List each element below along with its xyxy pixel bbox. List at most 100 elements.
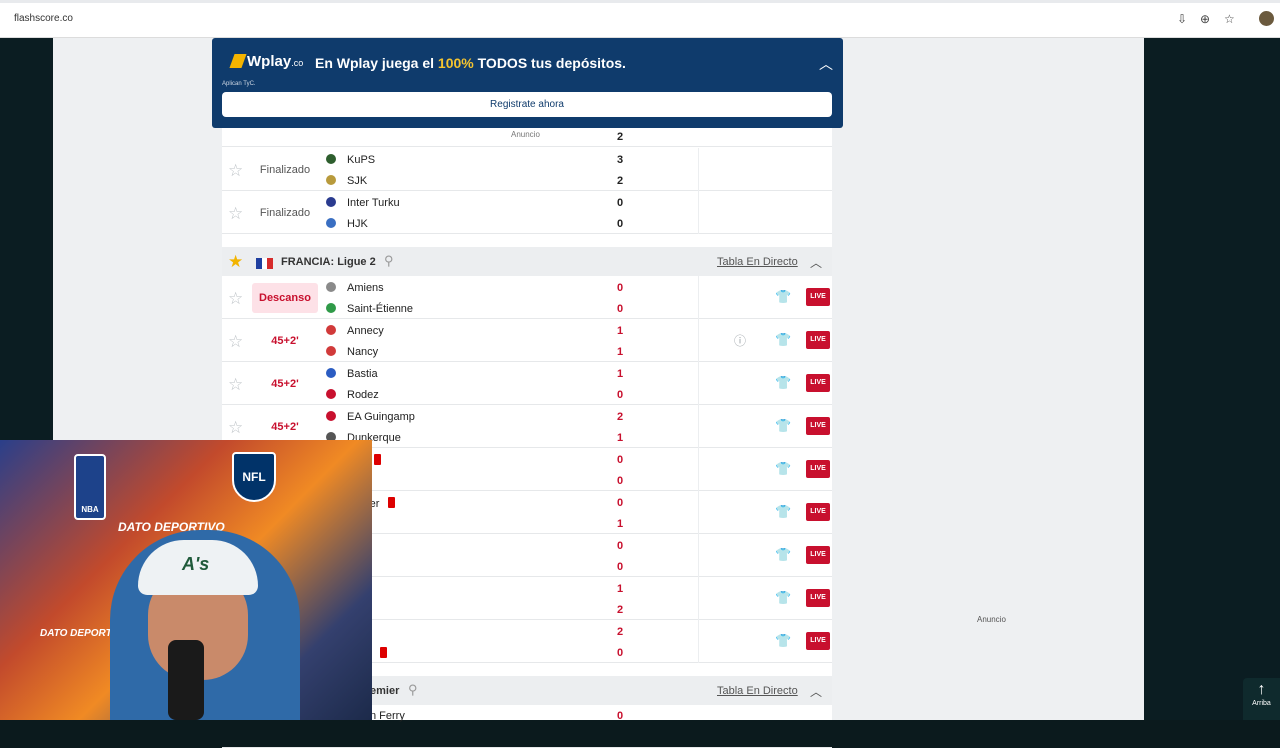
away-score: 2 <box>616 131 624 143</box>
match-row[interactable]: ☆ Finalizado KuPS SJK 3 2 <box>222 148 832 191</box>
home-team[interactable]: n Ferry <box>370 710 405 722</box>
tab-strip <box>0 0 1280 3</box>
favorite-star-icon[interactable]: ☆ <box>228 204 243 224</box>
chevron-up-icon[interactable]: ︿ <box>819 54 833 74</box>
red-card-icon <box>373 454 381 465</box>
match-row[interactable]: ☆ 45+2' Bastia Rodez 1 0 👕 LIVE <box>222 362 832 405</box>
favorite-star-icon[interactable]: ☆ <box>228 289 243 309</box>
home-team[interactable]: Amiens <box>326 282 384 294</box>
webcam-overlay: NBA NFL DATO DEPORTIVO DATO DEPORTIVO A'… <box>0 440 372 720</box>
team-crest-icon <box>326 154 336 164</box>
away-team[interactable]: Saint-Étienne <box>326 303 413 315</box>
home-team[interactable]: Annecy <box>326 325 384 337</box>
ad-headline-pre: En Wplay juega el <box>315 55 438 71</box>
lineup-shirt-icon[interactable]: 👕 <box>775 633 791 649</box>
match-row[interactable]: ☆ Finalizado Inter Turku HJK 0 0 <box>222 191 832 234</box>
flag-icon <box>256 256 273 269</box>
favorite-star-icon[interactable]: ☆ <box>228 418 243 438</box>
lineup-shirt-icon[interactable]: 👕 <box>775 289 791 305</box>
league-name[interactable]: emier <box>370 685 399 697</box>
lineup-shirt-icon[interactable]: 👕 <box>775 332 791 348</box>
column-divider <box>698 620 699 663</box>
home-score: 1 <box>616 583 624 595</box>
league-name[interactable]: FRANCIA: Ligue 2 <box>281 256 376 268</box>
match-row[interactable]: ☆ Descanso Amiens Saint-Étienne 0 0 👕 LIVE <box>222 276 832 319</box>
away-score: 1 <box>616 346 624 358</box>
team-name: Bastia <box>347 368 378 380</box>
team-name: SJK <box>347 175 368 187</box>
bookmark-star-icon[interactable]: ☆ <box>1224 12 1235 26</box>
away-score: 1 <box>616 432 624 444</box>
favorite-star-icon[interactable]: ☆ <box>228 161 243 181</box>
match-row[interactable]: ☆ 45+2' Annecy Nancy 1 1 ⓘ 👕 LIVE <box>222 319 832 362</box>
pin-icon[interactable]: ⚲ <box>408 682 418 698</box>
column-divider <box>698 448 699 491</box>
pin-icon[interactable]: ⚲ <box>384 253 394 269</box>
red-card-icon <box>388 497 396 508</box>
league-favorite-star-icon[interactable]: ★ <box>228 252 243 272</box>
ad-headline-highlight: 100% <box>437 55 474 71</box>
team-crest-icon <box>326 175 336 185</box>
nfl-logo-text: NFL <box>242 470 266 484</box>
live-table-link[interactable]: Tabla En Directo <box>717 256 798 268</box>
install-icon[interactable]: ⇩ <box>1177 12 1187 26</box>
ad-headline-post: TODOS tus depósitos. <box>473 55 626 71</box>
chevron-up-icon[interactable]: ︿ <box>810 254 822 271</box>
away-score: 0 <box>616 389 624 401</box>
profile-avatar[interactable] <box>1259 11 1274 26</box>
lineup-shirt-icon[interactable]: 👕 <box>775 590 791 606</box>
home-team[interactable]: EA Guingamp <box>326 411 415 423</box>
live-stream-button[interactable]: LIVE <box>806 331 830 349</box>
favorite-star-icon[interactable]: ☆ <box>228 375 243 395</box>
home-score: 0 <box>616 540 624 552</box>
live-stream-button[interactable]: LIVE <box>806 632 830 650</box>
zoom-icon[interactable]: ⊕ <box>1200 12 1210 26</box>
chevron-up-icon[interactable]: ︿ <box>810 683 822 700</box>
info-icon[interactable]: ⓘ <box>734 332 746 349</box>
microphone <box>168 640 204 720</box>
column-divider <box>698 191 699 234</box>
match-status: Finalizado <box>259 207 311 219</box>
live-stream-button[interactable]: LIVE <box>806 288 830 306</box>
team-crest-icon <box>326 303 336 313</box>
home-team[interactable]: Inter Turku <box>326 197 400 209</box>
wplay-banner-ad[interactable]: Wplay.co En Wplay juega el 100% TODOS tu… <box>212 38 843 128</box>
away-team[interactable]: SJK <box>326 175 367 187</box>
lineup-shirt-icon[interactable]: 👕 <box>775 418 791 434</box>
away-score: 0 <box>616 647 624 659</box>
match-status: 45+2' <box>271 378 299 390</box>
favorite-star-icon[interactable]: ☆ <box>228 332 243 352</box>
away-team[interactable]: Rodez <box>326 389 379 401</box>
nfl-logo: NFL <box>232 452 276 502</box>
away-team[interactable]: Nancy <box>326 346 378 358</box>
live-stream-button[interactable]: LIVE <box>806 417 830 435</box>
team-crest-icon <box>326 346 336 356</box>
lineup-shirt-icon[interactable]: 👕 <box>775 461 791 477</box>
scroll-top-button[interactable]: ↑ Arriba <box>1243 678 1280 720</box>
home-team[interactable]: Bastia <box>326 368 378 380</box>
lineup-shirt-icon[interactable]: 👕 <box>775 547 791 563</box>
column-divider <box>698 577 699 620</box>
lineup-shirt-icon[interactable]: 👕 <box>775 504 791 520</box>
team-name: Annecy <box>347 325 384 337</box>
team-name: Inter Turku <box>347 197 400 209</box>
away-score: 0 <box>616 475 624 487</box>
live-stream-button[interactable]: LIVE <box>806 589 830 607</box>
live-stream-button[interactable]: LIVE <box>806 546 830 564</box>
lineup-shirt-icon[interactable]: 👕 <box>775 375 791 391</box>
column-divider <box>698 148 699 191</box>
live-stream-button[interactable]: LIVE <box>806 374 830 392</box>
register-button[interactable]: Registrate ahora <box>222 92 832 117</box>
league-header[interactable]: ★ FRANCIA: Ligue 2 ⚲ Tabla En Directo ︿ <box>222 247 832 276</box>
ad-brand-tld: .co <box>291 58 304 68</box>
home-team[interactable]: KuPS <box>326 154 375 166</box>
live-table-link[interactable]: Tabla En Directo <box>717 685 798 697</box>
ad-terms: Aplican TyC. <box>222 81 256 87</box>
team-crest-icon <box>326 197 336 207</box>
ad-label: Anuncio <box>511 130 540 139</box>
live-stream-button[interactable]: LIVE <box>806 460 830 478</box>
browser-toolbar: flashscore.co ⇩ ⊕ ☆ <box>0 0 1280 38</box>
live-stream-button[interactable]: LIVE <box>806 503 830 521</box>
away-team[interactable]: HJK <box>326 218 368 230</box>
address-bar[interactable]: flashscore.co <box>14 13 73 24</box>
